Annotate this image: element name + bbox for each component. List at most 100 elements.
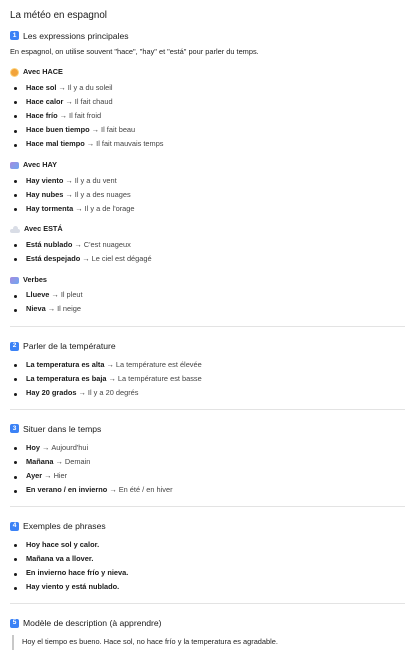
example-sentence: Mañana va a llover. [26,554,94,564]
es-term: Está despejado [26,254,81,264]
list-item: Hay viento y está nublado. [10,581,405,595]
es-term: Hay 20 grados [26,388,77,398]
fr-translation: Il y a des nuages [74,189,131,199]
arrow-icon: → [91,125,100,135]
fr-translation: Il fait froid [69,110,102,120]
cloud-icon [10,225,20,233]
arrow-icon: → [65,96,73,106]
group-hay-list: Hay viento → Il y a du vent Hay nubes → Il y… [10,174,405,217]
es-term: En verano / en invierno [26,485,108,495]
fr-translation: Il fait mauvais temps [96,139,164,149]
arrow-icon: → [58,82,66,92]
list-item: Hace calor → Il fait chaud [10,95,405,109]
section-5-heading: 5 Modèle de description (à apprendre) [10,618,405,628]
group-verbes: Verbes Llueve → Il pleut Nieva → Il neige [10,274,405,317]
es-term: Hace buen tiempo [26,125,90,135]
example-sentence: Hoy hace sol y calor. [26,539,100,549]
es-term: La temperatura es baja [26,374,107,384]
arrow-icon: → [47,304,56,314]
list-item: Hoy hace sol y calor. [10,538,405,552]
arrow-icon: → [65,189,73,199]
fr-translation: En été / en hiver [118,485,173,495]
group-hace-title: Avec HACE [10,67,405,77]
section-2-list: La temperatura es alta → La température es… [10,358,405,401]
list-item: Hay viento → Il y a du vent [10,174,405,188]
es-term: La temperatura es alta [26,359,105,369]
section-4-heading: 4 Exemples de phrases [10,521,405,531]
group-verbes-label: Verbes [23,274,47,284]
list-item: La temperatura es alta → La température es… [10,358,405,372]
section-4-title: Exemples de phrases [23,520,106,531]
arrow-icon: → [75,203,83,213]
arrow-icon: → [78,388,86,398]
page: La météo en espagnol 1 Les expressions p… [0,0,415,651]
example-sentence: Hay viento y está nublado. [26,582,120,592]
list-item: Mañana → Demain [10,455,405,469]
section-4-list: Hoy hace sol y calor. Mañana va a llover… [10,538,405,595]
arrow-icon: → [65,175,73,185]
es-term: Hay nubes [26,189,64,199]
fr-translation: Il y a 20 degrés [87,388,139,398]
list-item: En verano / en invierno → En été / en hive… [10,484,405,498]
divider [10,325,405,327]
list-item: Hace frío → Il fait froid [10,109,405,123]
page-title: La météo en espagnol [10,10,107,21]
es-term: Hay viento [26,175,64,185]
section-3-heading: 3 Situer dans le temps [10,424,405,434]
number-3-icon: 3 [10,424,19,434]
section-1-intro: En espagnol, on utilise souvent "hace", … [10,47,259,57]
list-item: Hay nubes → Il y a des nuages [10,188,405,202]
fr-translation: La température est basse [117,374,202,384]
list-item: La temperatura es baja → La température es… [10,372,405,386]
section-5-title: Modèle de description (à apprendre) [23,617,162,628]
arrow-icon: → [51,290,59,300]
es-term: Hace frío [26,110,58,120]
list-item: Llueve → Il pleut [10,289,405,303]
group-esta-label: Avec ESTÁ [24,224,63,234]
arrow-icon: → [108,374,116,384]
group-esta-title: Avec ESTÁ [10,225,405,234]
es-term: Llueve [26,290,50,300]
list-item: Nieva → Il neige [10,303,405,317]
rain-icon [10,276,19,285]
fr-translation: Il neige [57,304,81,314]
fr-translation: C'est nuageux [83,239,131,249]
es-term: Nieva [26,304,46,314]
es-term: Hace calor [26,96,64,106]
fr-translation: Il fait chaud [74,96,113,106]
group-esta-list: Está nublado → C'est nuageux Está despejad… [10,238,405,266]
section-1-heading: 1 Les expressions principales [10,31,405,41]
divider [10,505,405,507]
group-hay-title: Avec HAY [10,160,405,170]
arrow-icon: → [86,139,95,149]
arrow-icon: → [41,442,50,452]
group-hace-list: Hace sol → Il y a du soleil Hace calor → Il … [10,81,405,152]
sun-icon [11,68,18,76]
list-item: Ayer → Hier [10,470,405,484]
arrow-icon: → [106,359,114,369]
list-item: Hace sol → Il y a du soleil [10,81,405,95]
group-esta: Avec ESTÁ Está nublado → C'est nuageux Est… [10,225,405,266]
list-item: Hay 20 grados → Il y a 20 degrés [10,387,405,401]
divider [10,408,405,410]
section-1-title: Les expressions principales [23,30,129,41]
fr-translation: Hier [53,471,68,481]
list-item: Hoy → Aujourd'hui [10,441,405,455]
es-term: Hace mal tiempo [26,139,85,149]
es-term: Ayer [26,471,43,481]
arrow-icon: → [82,254,90,264]
number-5-icon: 5 [10,618,19,628]
fr-translation: Il pleut [60,290,83,300]
list-item: Mañana va a llover. [10,552,405,566]
fr-translation: Aujourd'hui [51,442,89,452]
list-item: Está despejado → Le ciel est dégagé [10,252,405,266]
wind-icon [10,161,19,170]
section-2-heading: 2 Parler de la température [10,341,405,351]
model-quote: Hoy el tiempo es bueno. Hace sol, no hac… [12,635,405,651]
group-hace: Avec HACE Hace sol → Il y a du soleil Hace… [10,67,405,152]
section-3-title: Situer dans le temps [23,423,102,434]
list-item: Hace mal tiempo → Il fait mauvais temps [10,138,405,152]
es-term: Está nublado [26,239,73,249]
divider [10,602,405,604]
section-2-title: Parler de la température [23,340,116,351]
